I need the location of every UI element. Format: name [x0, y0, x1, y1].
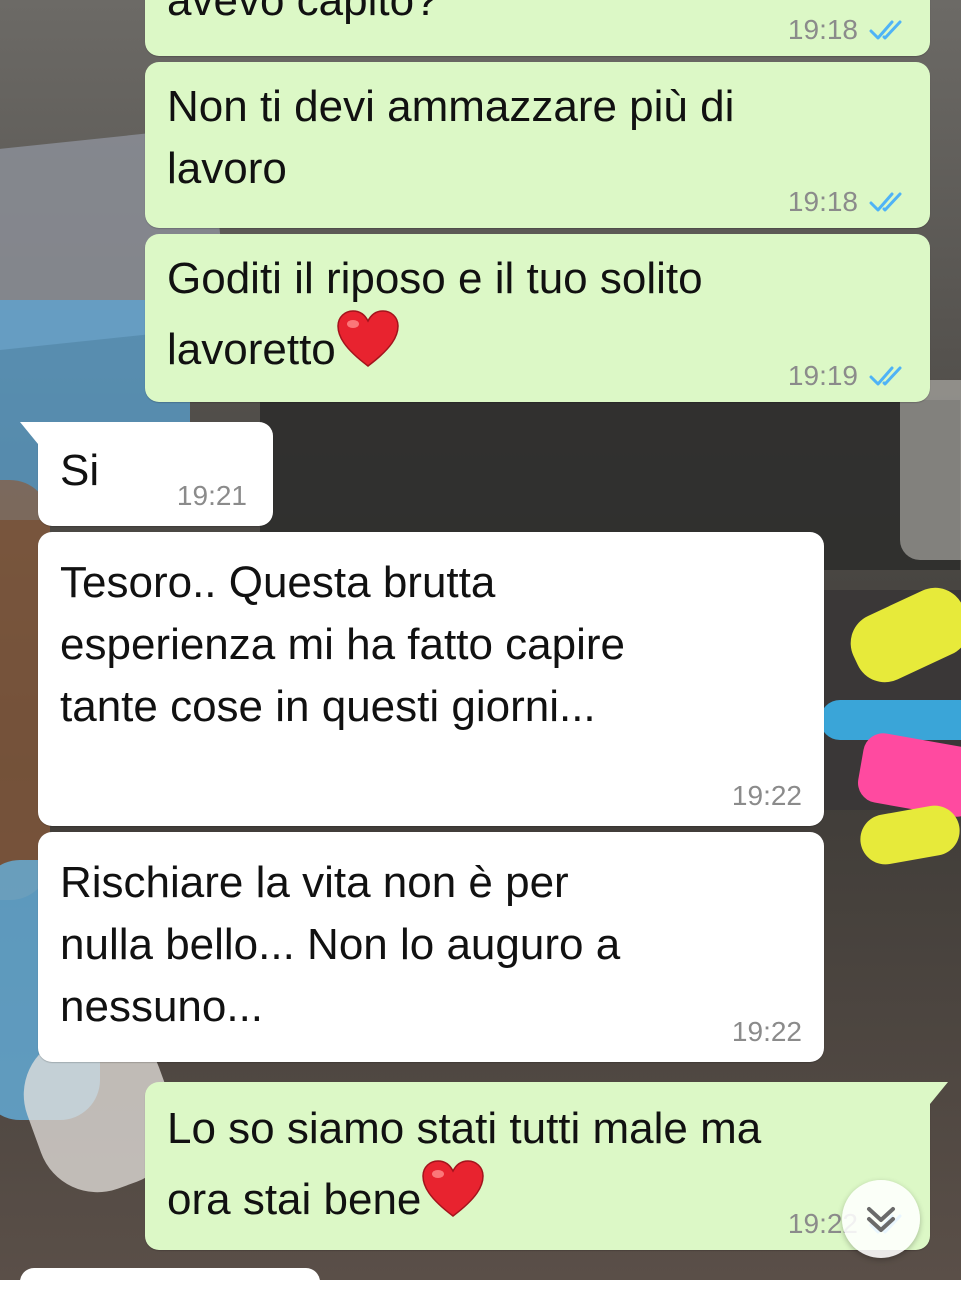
message-text: Si	[60, 446, 100, 495]
message-text-content: Goditi il riposo e il tuo solito lavoret…	[167, 254, 703, 374]
message-text: avevo capito?	[167, 0, 439, 25]
red-heart-icon	[337, 310, 399, 367]
bubble-tail	[20, 422, 38, 444]
message-time: 19:21	[176, 480, 247, 511]
message-text: Rischiare la vita non è per nulla bello.…	[60, 858, 621, 1031]
message-meta: 19:18	[788, 188, 908, 216]
double-check-icon	[869, 20, 902, 40]
double-check-icon	[869, 192, 902, 212]
red-heart-icon	[422, 1160, 485, 1217]
message-text: Non ti devi ammazzare più di lavoro	[167, 82, 735, 193]
message-time: 19:18	[787, 186, 858, 217]
message-meta: 19:19	[788, 362, 908, 390]
message-bubble-received[interactable]: Tesoro.. Questa brutta esperienza mi ha …	[38, 532, 824, 826]
message-text: Lo so siamo stati tutti male ma ora stai…	[167, 1098, 761, 1231]
message-bubble-received[interactable]: Rischiare la vita non è per nulla bello.…	[38, 832, 824, 1062]
message-time: 19:19	[787, 360, 858, 391]
chevron-double-down-icon	[867, 1207, 895, 1232]
message-bubble-sent[interactable]: avevo capito? 19:18	[145, 0, 930, 56]
message-bubble-received[interactable]: Si 19:21	[20, 422, 273, 526]
message-time: 19:18	[787, 14, 858, 45]
message-meta: 19:22	[732, 782, 802, 810]
message-bubble-sent[interactable]: Goditi il riposo e il tuo solito lavoret…	[145, 234, 930, 402]
message-bubble-sent[interactable]: Lo so siamo stati tutti male ma ora stai…	[145, 1082, 948, 1250]
double-check-icon	[869, 366, 902, 386]
message-bubble-received-partial[interactable]	[20, 1268, 320, 1298]
message-time: 19:22	[731, 1016, 802, 1047]
message-meta: 19:18	[788, 16, 908, 44]
scroll-to-bottom-button[interactable]	[842, 1180, 920, 1258]
message-text: Goditi il riposo e il tuo solito lavoret…	[167, 248, 703, 381]
bubble-tail	[930, 1082, 948, 1104]
message-bubble-sent[interactable]: Non ti devi ammazzare più di lavoro 19:1…	[145, 62, 930, 228]
message-text: Tesoro.. Questa brutta esperienza mi ha …	[60, 558, 625, 731]
message-meta: 19:22	[732, 1018, 802, 1046]
message-meta: 19:21	[177, 482, 247, 510]
message-time: 19:22	[731, 780, 802, 811]
